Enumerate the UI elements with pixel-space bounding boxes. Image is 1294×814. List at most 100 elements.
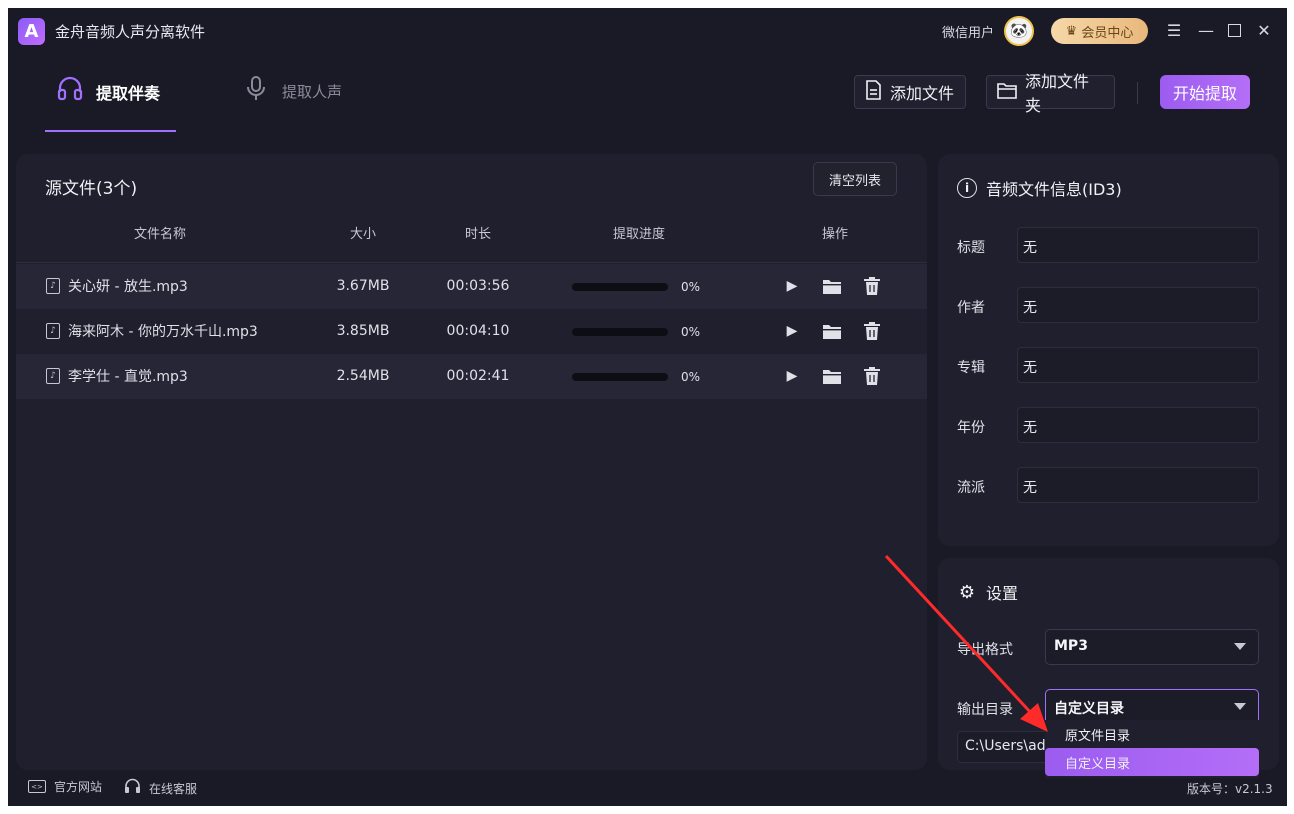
add-folder-label: 添加文件夹: [1025, 72, 1090, 115]
table-row[interactable]: ♪ 关心妍 - 放生.mp3 3.67MB 00:03:56 0% ▶: [16, 264, 927, 309]
source-files-panel: 源文件(3个) 清空列表 文件名称 大小 时长 提取进度 操作 ♪ 关心妍 - …: [16, 154, 927, 770]
progress-percent: 0%: [681, 325, 701, 339]
file-name-cell: ♪ 李学仕 - 直觉.mp3: [46, 366, 188, 386]
table-header: 文件名称 大小 时长 提取进度 操作: [16, 216, 927, 246]
online-support-label: 在线客服: [149, 781, 198, 796]
title-label: 标题: [957, 240, 985, 256]
file-name: 海来阿木 - 你的万水千山.mp3: [68, 324, 258, 340]
file-add-icon: [865, 80, 882, 104]
title-bar: A 金舟音频人声分离软件 微信用户 🐼 ♛ 会员中心 ☰ — ✕: [8, 8, 1287, 54]
progress-percent: 0%: [681, 370, 701, 384]
dropdown-option-source-dir[interactable]: 原文件目录: [1045, 720, 1259, 748]
artist-field[interactable]: 无: [1017, 287, 1259, 323]
progress-percent: 0%: [681, 280, 701, 294]
output-dir-value: 自定义目录: [1054, 701, 1124, 717]
tab-extract-vocals[interactable]: 提取人声: [242, 76, 342, 132]
chevron-down-icon: [1234, 643, 1246, 650]
table-row[interactable]: ♪ 李学仕 - 直觉.mp3 2.54MB 00:02:41 0% ▶: [16, 354, 927, 399]
audio-file-icon: ♪: [46, 368, 60, 384]
app-title: 金舟音频人声分离软件: [55, 23, 206, 41]
version-label: 版本号：v2.1.3: [1187, 782, 1273, 796]
add-folder-button[interactable]: 添加文件夹: [986, 72, 1115, 115]
delete-icon[interactable]: [861, 275, 883, 297]
source-files-title: 源文件(3个): [45, 179, 138, 199]
open-folder-icon[interactable]: [821, 275, 843, 297]
app-window: A 金舟音频人声分离软件 微信用户 🐼 ♛ 会员中心 ☰ — ✕ 提取伴奏 提取…: [8, 8, 1287, 806]
chevron-down-icon: [1234, 703, 1246, 710]
maximize-icon[interactable]: [1224, 20, 1244, 40]
file-name-cell: ♪ 海来阿木 - 你的万水千山.mp3: [46, 321, 258, 341]
vip-center-label: 会员中心: [1081, 25, 1134, 41]
settings-header: ⚙ 设置: [957, 580, 1018, 604]
file-duration: 00:02:41: [446, 368, 510, 384]
year-field[interactable]: 无: [1017, 407, 1259, 443]
headset-icon: [124, 778, 141, 798]
dropdown-option-custom-dir[interactable]: 自定义目录: [1045, 748, 1259, 776]
export-format-label: 导出格式: [957, 642, 1013, 658]
online-support-link[interactable]: 在线客服: [124, 778, 197, 798]
title-field[interactable]: 无: [1017, 227, 1259, 263]
info-icon: i: [957, 178, 977, 198]
progress-bar: [572, 283, 668, 291]
table-header-divider: [16, 262, 927, 263]
active-tab-indicator: [45, 130, 176, 132]
gear-icon: ⚙: [958, 581, 976, 603]
avatar[interactable]: 🐼: [1004, 16, 1034, 46]
file-duration: 00:04:10: [446, 323, 510, 339]
progress-bar: [572, 328, 668, 336]
output-dir-dropdown: 原文件目录 自定义目录: [1045, 720, 1259, 778]
genre-field[interactable]: 无: [1017, 467, 1259, 503]
toolbar-divider: [1137, 82, 1138, 104]
audio-file-icon: ♪: [46, 278, 60, 294]
add-file-button[interactable]: 添加文件: [854, 75, 966, 109]
id3-panel-header: i 音频文件信息(ID3): [957, 176, 1122, 200]
delete-icon[interactable]: [861, 365, 883, 387]
panda-avatar-icon: 🐼: [1010, 23, 1028, 39]
play-icon[interactable]: ▶: [781, 365, 803, 387]
column-header-actions: 操作: [821, 227, 849, 242]
official-website-link[interactable]: <> 官方网站: [28, 778, 102, 795]
file-name: 李学仕 - 直觉.mp3: [68, 369, 188, 385]
menu-icon[interactable]: ☰: [1164, 20, 1184, 40]
crown-icon: ♛: [1065, 23, 1078, 39]
file-size: 2.54MB: [336, 368, 390, 384]
table-row[interactable]: ♪ 海来阿木 - 你的万水千山.mp3 3.85MB 00:04:10 0% ▶: [16, 309, 927, 354]
official-website-label: 官方网站: [54, 780, 103, 794]
id3-panel-title: 音频文件信息(ID3): [986, 180, 1122, 199]
id3-info-panel: i 音频文件信息(ID3) 标题 无 作者 无 专辑 无 年份 无 流派 无: [938, 154, 1279, 546]
album-label: 专辑: [957, 360, 985, 376]
minimize-icon[interactable]: —: [1196, 20, 1216, 40]
artist-label: 作者: [957, 300, 985, 316]
clear-list-button[interactable]: 清空列表: [813, 162, 897, 196]
column-header-duration: 时长: [464, 227, 492, 242]
settings-title: 设置: [986, 584, 1019, 603]
monitor-icon: <>: [28, 780, 46, 793]
headphones-icon: [56, 74, 84, 102]
column-header-filename: 文件名称: [133, 227, 187, 242]
open-folder-icon[interactable]: [821, 320, 843, 342]
tab-label: 提取伴奏: [96, 84, 161, 103]
file-name: 关心妍 - 放生.mp3: [68, 279, 188, 295]
album-field[interactable]: 无: [1017, 347, 1259, 383]
user-name[interactable]: 微信用户: [942, 22, 994, 41]
file-size: 3.67MB: [336, 278, 390, 294]
audio-file-icon: ♪: [46, 323, 60, 339]
microphone-icon: [242, 74, 270, 102]
column-header-progress: 提取进度: [612, 227, 666, 242]
export-format-select[interactable]: MP3: [1045, 629, 1259, 665]
year-label: 年份: [957, 420, 985, 436]
close-icon[interactable]: ✕: [1254, 20, 1274, 40]
file-duration: 00:03:56: [446, 278, 510, 294]
export-format-value: MP3: [1054, 638, 1088, 654]
genre-label: 流派: [957, 480, 985, 496]
app-logo: A: [18, 18, 45, 45]
tab-extract-accompaniment[interactable]: 提取伴奏: [56, 76, 160, 132]
open-folder-icon[interactable]: [821, 365, 843, 387]
progress-bar: [572, 373, 668, 381]
play-icon[interactable]: ▶: [781, 320, 803, 342]
start-extract-button[interactable]: 开始提取: [1160, 75, 1250, 109]
vip-center-button[interactable]: ♛ 会员中心: [1051, 18, 1148, 44]
delete-icon[interactable]: [861, 320, 883, 342]
play-icon[interactable]: ▶: [781, 275, 803, 297]
tab-label: 提取人声: [282, 83, 343, 101]
